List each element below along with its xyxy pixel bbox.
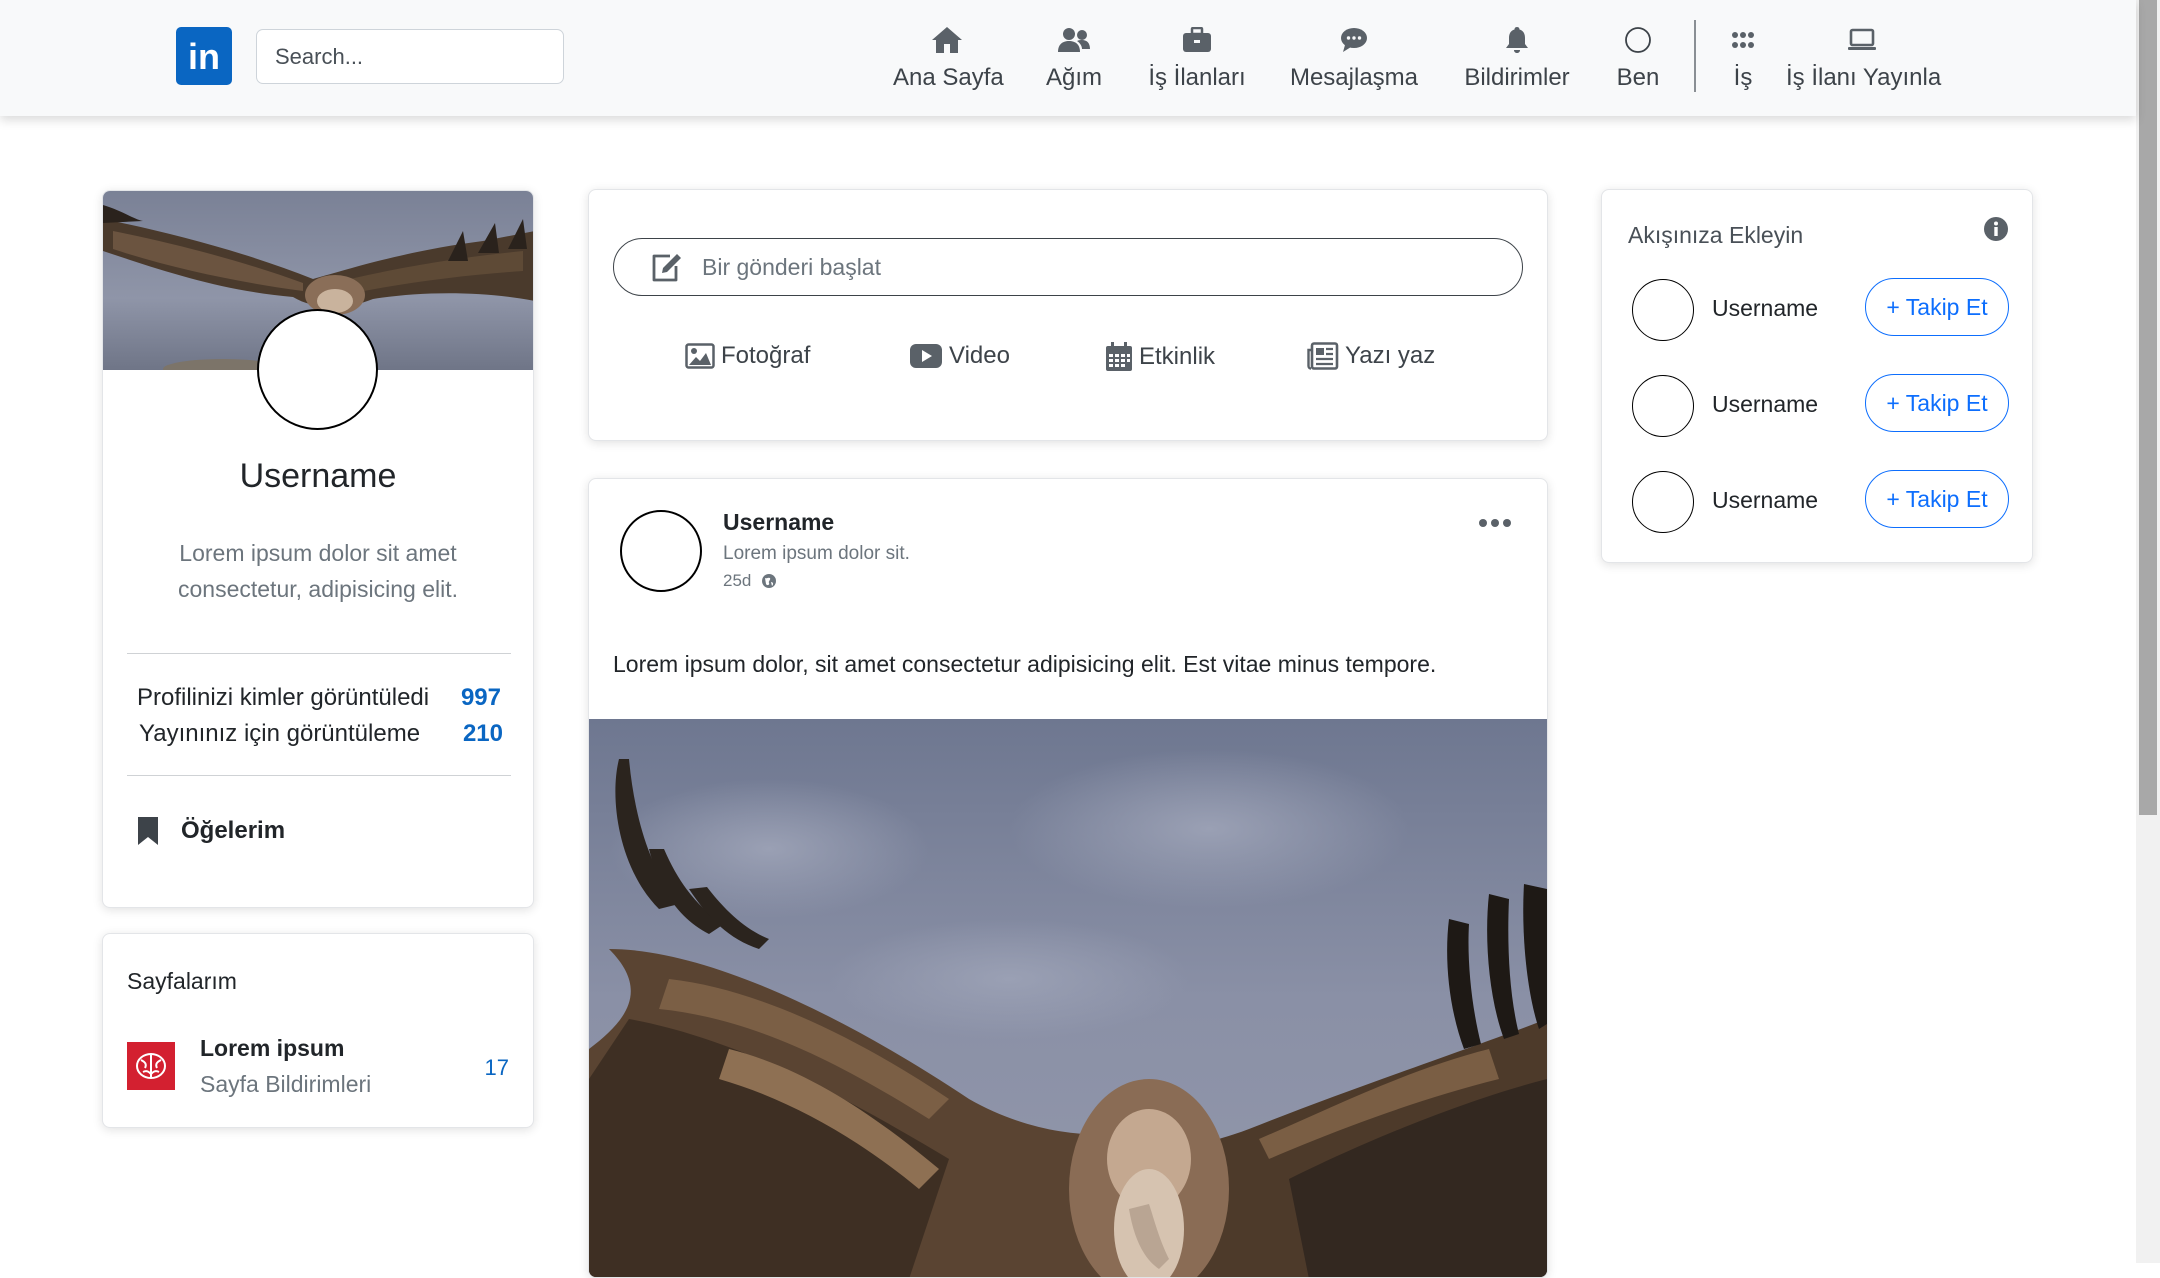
video-button[interactable]: Video [909, 342, 1010, 370]
nav-post-job-label: İş İlanı Yayınla [1786, 64, 1942, 91]
my-items-label: Öğelerim [181, 817, 286, 844]
post-author-name[interactable]: Username [723, 509, 834, 536]
page-notifications-label[interactable]: Sayfa Bildirimleri [200, 1071, 371, 1098]
stat-profile-viewers[interactable]: Profilinizi kimler görüntüledi 997 [137, 684, 501, 712]
search-input[interactable] [256, 29, 564, 84]
nav-me-label: Ben [1616, 64, 1660, 91]
write-article-button[interactable]: Yazı yaz [1307, 342, 1435, 370]
my-pages-card: Sayfalarım Lorem ipsum Sayfa Bildirimler… [102, 933, 534, 1128]
my-items-link[interactable]: Öğelerim [137, 811, 285, 851]
add-to-feed-card: Akışınıza Ekleyin Username + Takip Et Us… [1601, 189, 2033, 563]
top-navbar: in Ana Sayfa Ağım İş İlanları Mesajlaşma… [0, 0, 2136, 116]
people-icon [1058, 28, 1090, 52]
info-icon[interactable] [1983, 216, 2009, 247]
profile-avatar[interactable] [257, 309, 378, 430]
calendar-icon [1106, 342, 1132, 371]
profile-card: Username Lorem ipsum dolor sit amet cons… [102, 190, 534, 908]
stat-value: 210 [462, 720, 503, 747]
event-button[interactable]: Etkinlik [1105, 342, 1215, 372]
suggestion-avatar[interactable] [1632, 279, 1694, 341]
share-box-card: Bir gönderi başlat Fotoğraf Video Etkinl… [588, 189, 1548, 441]
briefcase-icon [1183, 27, 1211, 52]
add-to-feed-title: Akışınıza Ekleyin [1628, 222, 1804, 248]
nav-notifications-label: Bildirimler [1464, 64, 1570, 91]
nav-me[interactable]: Ben [1612, 22, 1664, 98]
my-pages-title: Sayfalarım [127, 968, 237, 994]
bell-icon [1506, 27, 1528, 53]
feed-post-card: Username Lorem ipsum dolor sit. 25d Lore… [588, 478, 1548, 1278]
image-icon [685, 343, 715, 369]
photo-button[interactable]: Fotoğraf [685, 342, 810, 370]
post-author-headline: Lorem ipsum dolor sit. [723, 543, 910, 564]
nav-divider [1694, 20, 1696, 92]
chat-icon [1341, 28, 1367, 52]
more-options-icon[interactable] [1479, 515, 1511, 533]
nav-jobs-label: İş İlanları [1148, 64, 1246, 91]
start-post-placeholder: Bir gönderi başlat [702, 253, 881, 280]
nav-home[interactable]: Ana Sayfa [893, 22, 1004, 98]
page-logo-icon[interactable] [127, 1042, 175, 1090]
laptop-icon [1848, 28, 1876, 50]
nav-work-label: İş [1733, 64, 1753, 91]
suggestion-name[interactable]: Username [1712, 295, 1818, 322]
post-body-text: Lorem ipsum dolor, sit amet consectetur … [613, 651, 1437, 677]
suggestion-name[interactable]: Username [1712, 391, 1818, 418]
video-icon [910, 344, 942, 368]
suggestion-row: Username + Takip Et [1632, 470, 2012, 534]
globe-icon [762, 574, 777, 588]
bookmark-icon [138, 817, 158, 845]
follow-button[interactable]: + Takip Et [1865, 278, 2009, 336]
profile-name[interactable]: Username [103, 457, 533, 496]
profile-bio: Lorem ipsum dolor sit amet consectetur, … [178, 540, 458, 602]
nav-jobs[interactable]: İş İlanları [1146, 22, 1248, 98]
scrollbar-thumb[interactable] [2139, 0, 2157, 815]
stat-value: 997 [460, 684, 501, 711]
grid-icon [1732, 32, 1754, 48]
stat-label: Yayınınız için görüntüleme [139, 720, 421, 747]
post-time-text: 25d [723, 571, 752, 590]
suggestion-row: Username + Takip Et [1632, 278, 2012, 342]
edit-icon [652, 254, 681, 282]
home-icon [932, 27, 962, 53]
nav-network-label: Ağım [1045, 64, 1102, 91]
linkedin-logo[interactable]: in [176, 27, 232, 85]
nav-post-job[interactable]: İş İlanı Yayınla [1786, 22, 1942, 98]
divider [127, 775, 511, 776]
suggestion-row: Username + Takip Et [1632, 374, 2012, 438]
nav-network[interactable]: Ağım [1040, 22, 1108, 98]
avatar-circle-icon [1625, 27, 1651, 53]
start-post-input[interactable]: Bir gönderi başlat [613, 238, 1523, 296]
post-timestamp: 25d [723, 571, 777, 591]
suggestion-avatar[interactable] [1632, 471, 1694, 533]
stat-post-views[interactable]: Yayınınız için görüntüleme 210 [139, 720, 503, 748]
page-notification-count: 17 [484, 1055, 509, 1080]
newspaper-icon [1307, 342, 1339, 370]
page-name-link[interactable]: Lorem ipsum [200, 1035, 344, 1062]
stat-label: Profilinizi kimler görüntüledi [137, 684, 430, 711]
follow-button[interactable]: + Takip Et [1865, 374, 2009, 432]
divider [127, 653, 511, 654]
video-button-label: Video [949, 342, 1010, 369]
nav-notifications[interactable]: Bildirimler [1460, 22, 1574, 98]
suggestion-avatar[interactable] [1632, 375, 1694, 437]
suggestion-name[interactable]: Username [1712, 487, 1818, 514]
post-author-avatar[interactable] [620, 510, 702, 592]
nav-home-label: Ana Sayfa [893, 64, 1004, 91]
follow-button[interactable]: + Takip Et [1865, 470, 2009, 528]
nav-work[interactable]: İş [1728, 22, 1758, 98]
nav-messaging[interactable]: Mesajlaşma [1288, 22, 1420, 98]
event-button-label: Etkinlik [1139, 343, 1216, 370]
photo-button-label: Fotoğraf [721, 342, 811, 369]
post-image[interactable] [589, 719, 1547, 1277]
nav-messaging-label: Mesajlaşma [1289, 64, 1419, 91]
write-article-button-label: Yazı yaz [1345, 342, 1436, 369]
